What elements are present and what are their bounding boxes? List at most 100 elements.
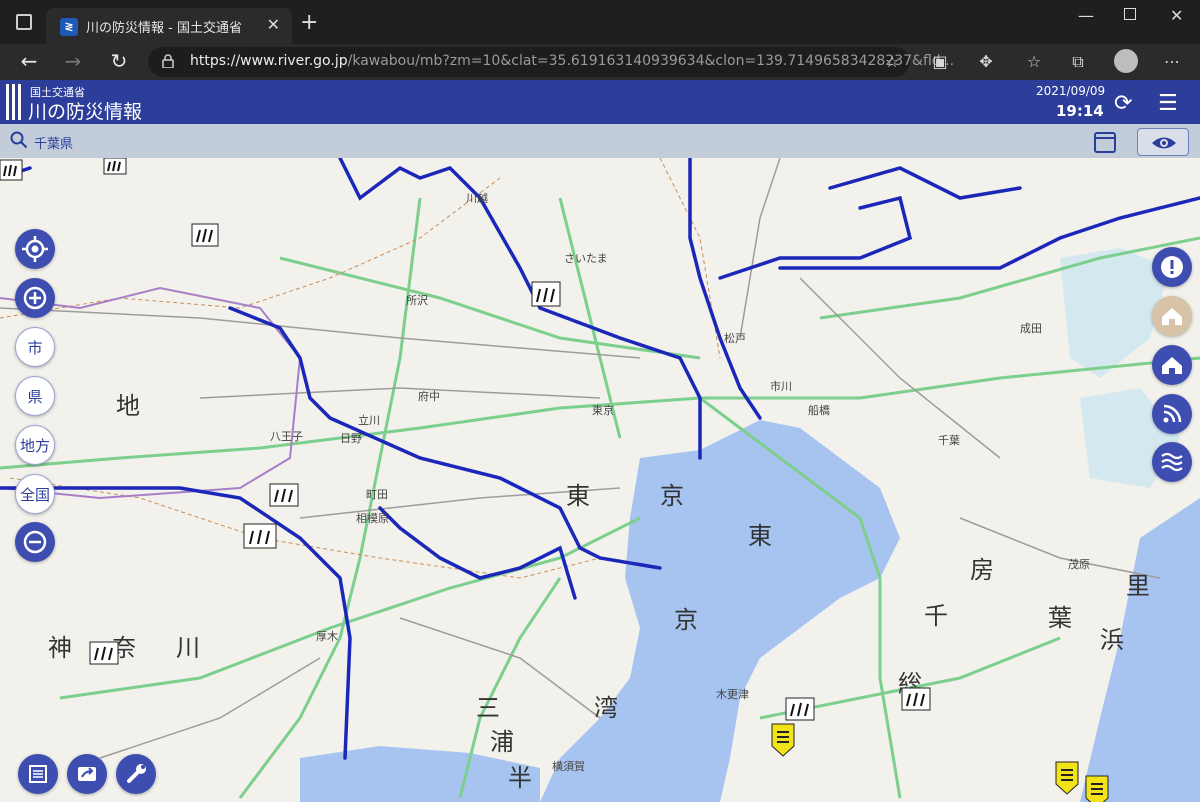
city-scale-button[interactable]: 市: [15, 327, 55, 367]
rivers: [0, 158, 1200, 760]
home-icon: [1162, 357, 1182, 374]
warning-marker-icon: [1085, 775, 1109, 802]
city-label: 東京: [592, 403, 614, 417]
map-label: 半: [508, 765, 532, 792]
city-label: 相模原: [356, 512, 389, 525]
city-label: 厚木: [316, 630, 338, 643]
city-label: 松戸: [724, 331, 746, 345]
base-map: 東 京 湾 東 京 神 奈 川 千 葉 房 総 三 浦 半 里 浜 地 所沢 府…: [0, 158, 1200, 802]
share-button[interactable]: [67, 754, 107, 794]
settings-button[interactable]: [116, 754, 156, 794]
time-label: 19:14: [1056, 102, 1104, 120]
close-window-icon[interactable]: ✕: [1170, 6, 1183, 25]
map-canvas[interactable]: 東 京 湾 東 京 神 奈 川 千 葉 房 総 三 浦 半 里 浜 地 所沢 府…: [0, 158, 1200, 802]
browser-toolbar: ← → ↻ https://www.river.go.jp/kawabou/mb…: [0, 44, 1200, 80]
alert-button[interactable]: [1152, 247, 1192, 287]
home-button[interactable]: [1152, 345, 1192, 385]
city-label: 成田: [1020, 322, 1042, 335]
extension-icon[interactable]: ▣: [930, 52, 950, 72]
zoom-in-icon: [23, 286, 47, 310]
browser-tab-bar: ≷ 川の防災情報 - 国土交通省 ✕ + — ✕: [0, 0, 1200, 44]
eye-icon: [1152, 137, 1176, 149]
map-label: 葉: [1048, 605, 1072, 632]
home-icon: [1162, 308, 1182, 325]
zoom-in-button[interactable]: [15, 278, 55, 318]
add-favorite-icon[interactable]: ☆: [882, 52, 902, 72]
prefecture-scale-button[interactable]: 県: [15, 376, 55, 416]
water-level-station-icon: [243, 523, 277, 549]
map-label: 千: [924, 603, 948, 630]
maximize-icon[interactable]: [1124, 8, 1136, 20]
map-label: 東: [748, 523, 772, 550]
browser-tab[interactable]: ≷ 川の防災情報 - 国土交通省 ✕: [46, 8, 292, 44]
calendar-icon[interactable]: [1092, 130, 1118, 154]
search-location[interactable]: 千葉県: [34, 133, 73, 152]
display-toggle-button[interactable]: [1137, 128, 1189, 156]
minimize-icon[interactable]: —: [1078, 6, 1094, 25]
water-level-station-icon: [0, 159, 23, 181]
lock-icon: [162, 54, 174, 68]
rss-button[interactable]: [1152, 394, 1192, 434]
address-bar[interactable]: https://www.river.go.jp/kawabou/mb?zm=10…: [148, 47, 954, 77]
water-level-station-icon: [901, 687, 931, 711]
my-area-button[interactable]: [1152, 296, 1192, 336]
site-favicon-icon: ≷: [60, 18, 78, 36]
app-header: 国土交通省 川の防災情報 2021/09/09 19:14 ⟳ ☰: [0, 80, 1200, 124]
back-icon[interactable]: ←: [14, 49, 44, 73]
refresh-icon[interactable]: ⟳: [1114, 91, 1132, 116]
more-icon[interactable]: ⋯: [1162, 52, 1182, 72]
map-label: 浦: [490, 729, 514, 756]
map-label: 房: [970, 557, 994, 584]
city-label: さいたま: [564, 252, 608, 265]
city-label: 所沢: [406, 293, 428, 307]
warning-marker-icon: [771, 723, 795, 757]
profile-icon[interactable]: [1114, 49, 1138, 73]
list-icon: [29, 765, 47, 783]
water-level-station-icon: [191, 223, 219, 247]
nationwide-scale-button[interactable]: 全国: [15, 474, 55, 514]
warning-markers: [771, 723, 1109, 802]
collections-icon[interactable]: ⧉: [1068, 52, 1088, 72]
favorites-icon[interactable]: ☆: [1024, 52, 1044, 72]
tab-actions-icon[interactable]: [16, 14, 32, 30]
map-label: 京: [674, 607, 698, 634]
zoom-out-icon: [23, 530, 47, 554]
search-icon[interactable]: [10, 131, 28, 149]
map-label: 浜: [1100, 627, 1124, 654]
water-level-station-icon: [531, 281, 561, 307]
tokyo-bay: [540, 420, 900, 802]
city-label: 茂原: [1068, 557, 1090, 571]
map-label: 地: [116, 393, 140, 420]
refresh-icon[interactable]: ↻: [104, 49, 134, 73]
water-level-station-icon: [89, 641, 119, 665]
list-button[interactable]: [18, 754, 58, 794]
wrench-icon: [127, 764, 146, 783]
map-label: 東: [566, 483, 590, 510]
menu-icon[interactable]: ☰: [1158, 91, 1178, 116]
tab-title: 川の防災情報 - 国土交通省: [86, 21, 242, 36]
region-scale-button[interactable]: 地方: [15, 425, 55, 465]
map-label: 湾: [594, 695, 618, 722]
date-label: 2021/09/09: [1036, 84, 1106, 98]
app-title: 川の防災情報: [28, 101, 143, 123]
waves-button[interactable]: [1152, 442, 1192, 482]
current-location-button[interactable]: [15, 229, 55, 269]
alert-icon: [1161, 256, 1183, 278]
city-label: 八王子: [270, 430, 303, 443]
close-icon[interactable]: ✕: [267, 15, 280, 34]
city-label: 木更津: [716, 688, 749, 701]
forward-icon[interactable]: →: [58, 49, 88, 73]
warning-marker-icon: [1055, 761, 1079, 795]
city-label: 立川: [358, 413, 380, 427]
map-label: 里: [1126, 574, 1150, 600]
map-label: 三: [476, 696, 500, 722]
puzzle-icon[interactable]: ✥: [976, 52, 996, 72]
pacific-ocean: [1080, 498, 1200, 802]
city-label: 横須賀: [552, 759, 585, 773]
city-label: 町田: [366, 488, 388, 501]
zoom-out-button[interactable]: [15, 522, 55, 562]
city-label: 市川: [770, 379, 792, 393]
city-label: 船橋: [808, 403, 830, 417]
water-level-station-icon: [103, 158, 127, 175]
new-tab-icon[interactable]: +: [300, 10, 318, 35]
